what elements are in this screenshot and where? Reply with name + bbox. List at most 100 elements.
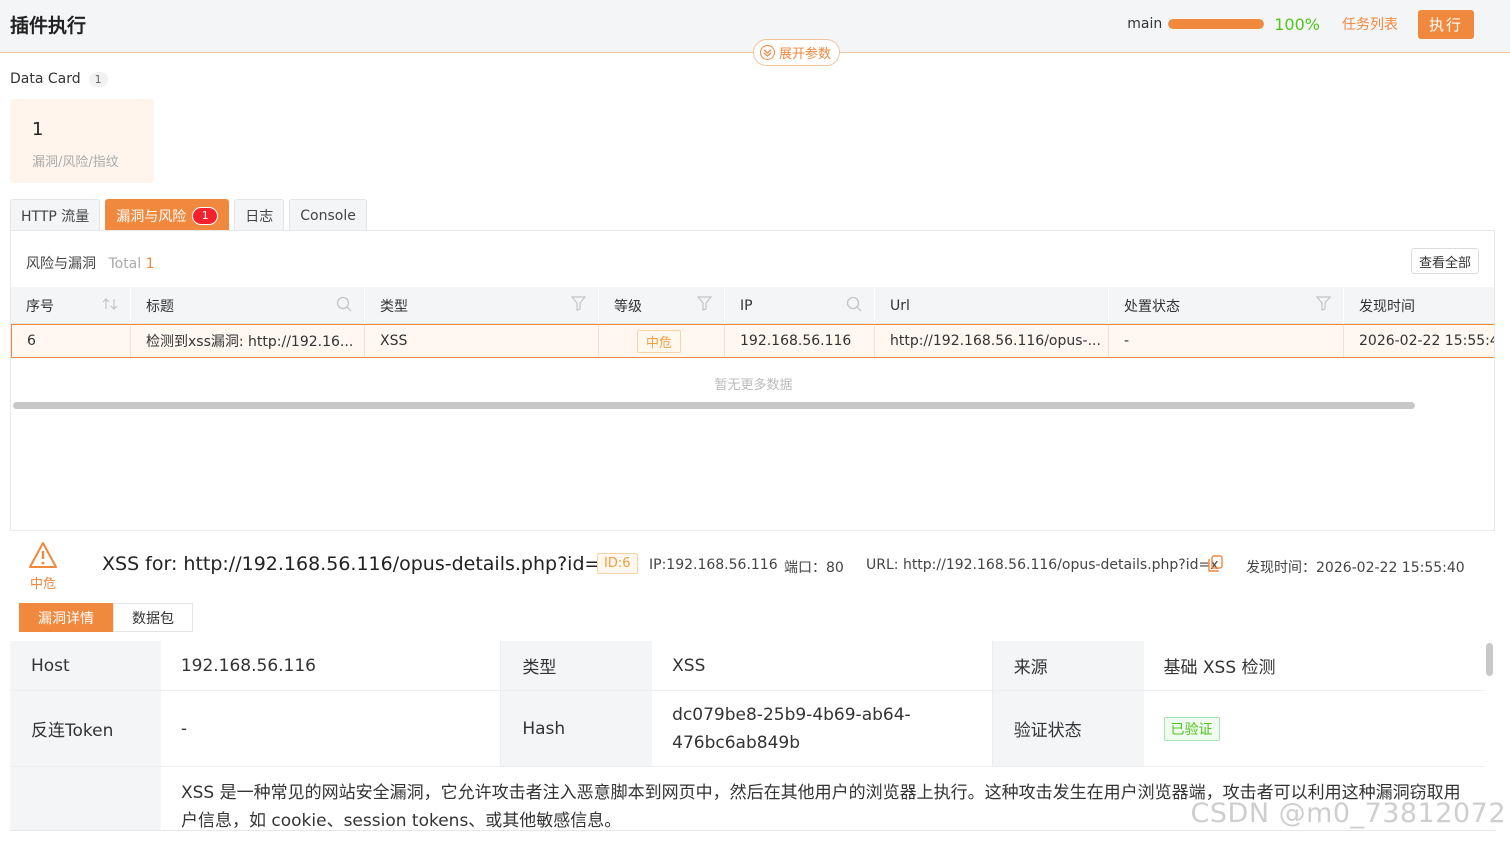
- detail-row: 反连Token - Hash dc079be8-25b9-4b69-ab64- …: [10, 691, 1484, 767]
- cell-title: 检测到xss漏洞: http://192.16...: [131, 325, 365, 357]
- token-value: -: [161, 691, 502, 766]
- progress-fill: [1168, 19, 1265, 29]
- tab-log[interactable]: 日志: [234, 199, 285, 231]
- col-label: 类型: [380, 298, 408, 315]
- divider: [10, 830, 1495, 831]
- risk-panel: 风险与漏洞 Total 1 查看全部 序号 标题 类型 等级 IP Url 处置…: [10, 230, 1495, 530]
- severity-tag: 中危: [637, 329, 682, 353]
- verify-key: 验证状态: [992, 691, 1144, 766]
- meta-url: URL: http://192.168.56.116/opus-details.…: [866, 557, 1219, 573]
- tab-vulns-risks[interactable]: 漏洞与风险 1: [105, 199, 230, 231]
- data-card-label: 漏洞/风险/指纹: [32, 155, 119, 170]
- tab-console[interactable]: Console: [289, 199, 367, 231]
- data-card-count: 1: [88, 71, 108, 87]
- data-card-value: 1: [32, 119, 44, 140]
- no-more-data: 暂无更多数据: [714, 378, 793, 393]
- vuln-title: XSS for: http://192.168.56.116/opus-deta…: [102, 553, 612, 575]
- search-icon[interactable]: [846, 296, 862, 316]
- col-header-ip[interactable]: IP: [725, 287, 875, 324]
- total-value: 1: [145, 256, 155, 272]
- host-value: 192.168.56.116: [161, 641, 502, 690]
- cell-level: 中危: [599, 325, 725, 357]
- copy-icon[interactable]: [1207, 555, 1223, 577]
- id-tag: ID:6: [597, 553, 638, 574]
- col-header-title[interactable]: 标题: [131, 287, 365, 324]
- task-list-link[interactable]: 任务列表: [1342, 14, 1398, 34]
- col-label: 标题: [146, 298, 174, 315]
- meta-ip: IP:192.168.56.116: [649, 557, 778, 573]
- expand-params-label: 展开参数: [779, 47, 832, 62]
- detail-row: Host 192.168.56.116 类型 XSS 来源 基础 XSS 检测: [10, 641, 1484, 691]
- tab-label: HTTP 流量: [21, 208, 90, 225]
- source-key: 来源: [992, 641, 1144, 690]
- data-card-heading: Data Card: [10, 71, 81, 87]
- severity-indicator: 中危: [27, 541, 59, 592]
- severity-label: 中危: [29, 577, 56, 592]
- filter-icon[interactable]: [1315, 296, 1332, 315]
- tab-label: 漏洞与风险: [116, 208, 187, 225]
- risk-table: 序号 标题 类型 等级 IP Url 处置状态 发现时间 6 检测到xss漏洞:…: [11, 287, 1495, 358]
- verified-badge: 已验证: [1163, 716, 1220, 741]
- header-actions: main 100% 任务列表 执行: [1127, 9, 1474, 39]
- type-value: XSS: [652, 641, 993, 690]
- data-card-title: Data Card 1: [10, 71, 108, 87]
- cell-status: -: [1109, 325, 1344, 357]
- col-header-time[interactable]: 发现时间: [1344, 287, 1494, 324]
- col-header-level[interactable]: 等级: [599, 287, 725, 324]
- type-key: 类型: [501, 641, 653, 690]
- search-icon[interactable]: [336, 296, 352, 316]
- watermark: CSDN @m0_73812072: [1190, 798, 1506, 829]
- tab-vuln-detail[interactable]: 漏洞详情: [19, 603, 113, 632]
- cell-type: XSS: [365, 325, 599, 357]
- host-key: Host: [10, 641, 161, 690]
- warning-icon: [28, 542, 58, 573]
- vertical-scrollbar[interactable]: [1486, 643, 1493, 676]
- filter-icon[interactable]: [570, 296, 587, 315]
- progress-bar: [1168, 19, 1265, 29]
- main-tabs: HTTP 流量 漏洞与风险 1 日志 Console: [10, 199, 372, 231]
- col-label: 发现时间: [1359, 298, 1415, 315]
- table-row[interactable]: 6 检测到xss漏洞: http://192.16... XSS 中危 192.…: [11, 324, 1495, 358]
- tab-label: Console: [300, 207, 356, 224]
- tab-packet[interactable]: 数据包: [113, 603, 193, 632]
- verify-value: 已验证: [1144, 691, 1485, 766]
- meta-port: 端口：80: [784, 560, 844, 576]
- horizontal-scrollbar[interactable]: [13, 402, 1415, 409]
- tab-count-badge: 1: [192, 206, 219, 225]
- view-all-button[interactable]: 查看全部: [1410, 248, 1479, 274]
- col-header-type[interactable]: 类型: [365, 287, 599, 324]
- total-label: Total: [108, 256, 142, 272]
- col-label: IP: [740, 297, 753, 314]
- progress-text: 100%: [1274, 14, 1320, 34]
- hash-value: dc079be8-25b9-4b69-ab64- 476bc6ab849b: [652, 691, 993, 766]
- table-header: 序号 标题 类型 等级 IP Url 处置状态 发现时间: [11, 287, 1494, 324]
- col-label: 等级: [614, 298, 642, 315]
- hash-line-2: 476bc6ab849b: [672, 732, 801, 753]
- col-label: 序号: [26, 298, 54, 315]
- page-title: 插件执行: [10, 15, 87, 37]
- col-label: Url: [890, 297, 910, 314]
- hash-line-1: dc079be8-25b9-4b69-ab64-: [672, 704, 911, 725]
- panel-total: Total 1: [108, 256, 154, 272]
- col-header-status[interactable]: 处置状态: [1109, 287, 1344, 324]
- hash-key: Hash: [501, 691, 653, 766]
- tab-http-traffic[interactable]: HTTP 流量: [10, 199, 101, 231]
- cell-ip: 192.168.56.116: [725, 325, 875, 357]
- execute-button[interactable]: 执行: [1417, 9, 1474, 39]
- cell-url: http://192.168.56.116/opus-...: [875, 325, 1109, 357]
- chevron-down-icon: [760, 45, 775, 60]
- token-key: 反连Token: [10, 691, 161, 766]
- filter-icon[interactable]: [696, 296, 713, 315]
- cell-time: 2026-02-22 15:55:40: [1359, 333, 1495, 349]
- meta-found-time: 发现时间：2026-02-22 15:55:40: [1246, 560, 1465, 576]
- expand-params-button[interactable]: 展开参数: [753, 39, 841, 66]
- col-header-index[interactable]: 序号: [11, 287, 131, 324]
- col-label: 处置状态: [1124, 298, 1180, 315]
- panel-title: 风险与漏洞 Total 1: [26, 253, 155, 273]
- detail-tabs: 漏洞详情 数据包: [19, 603, 193, 632]
- sort-icon[interactable]: [102, 297, 118, 315]
- col-header-url[interactable]: Url: [875, 287, 1109, 324]
- source-value: 基础 XSS 检测: [1163, 658, 1276, 678]
- panel-heading: 风险与漏洞: [26, 256, 96, 272]
- data-card[interactable]: 1 漏洞/风险/指纹: [10, 99, 154, 183]
